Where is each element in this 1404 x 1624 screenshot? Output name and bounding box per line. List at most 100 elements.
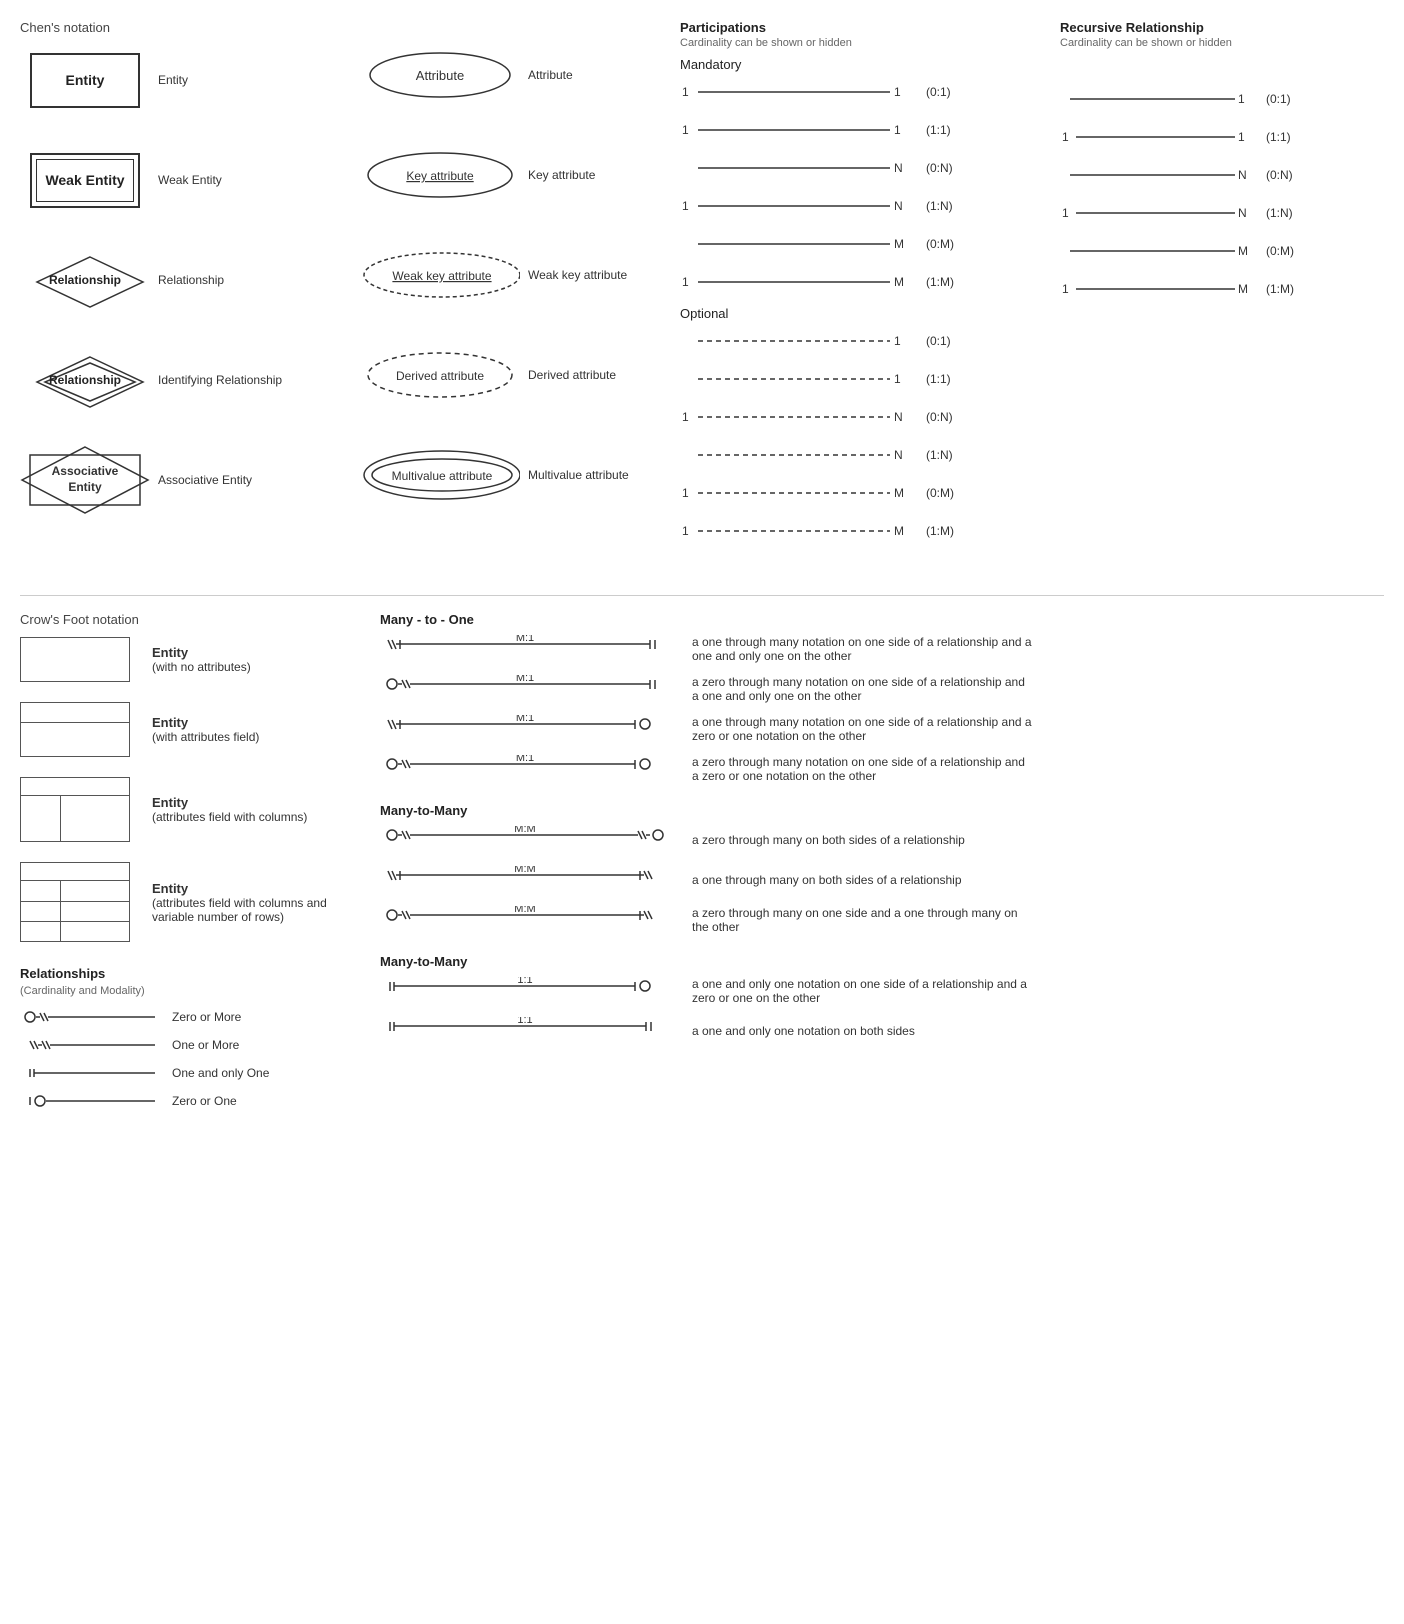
part-notation-0-M: (0:M): [926, 237, 954, 251]
rec-notation-1-1: (1:1): [1266, 130, 1291, 144]
svg-text:1: 1: [894, 123, 901, 137]
rel-one-only-row: One and only One: [20, 1063, 360, 1083]
crows-title: Crow's Foot notation: [20, 612, 360, 627]
svg-text:1: 1: [682, 410, 689, 424]
opt-row-1-1: 1 (1:1): [680, 365, 1060, 393]
multi-attr-shape: Multivalue attribute: [360, 445, 520, 505]
multi-attr-svg: Multivalue attribute: [360, 445, 520, 505]
rec-notation-0-1: (0:1): [1266, 92, 1291, 106]
rec-row-1-N: 1 N (1:N): [1060, 199, 1340, 227]
oto-row-1: 1:1 a one and only one notation on one s…: [380, 977, 1384, 1005]
cf-entity-attrs-row: Entity (with attributes field): [20, 702, 360, 757]
zero-one-svg: [20, 1091, 160, 1111]
cf-entity-simple-sublabel: (with no attributes): [152, 660, 251, 674]
identifying-text-label: Identifying Relationship: [158, 373, 282, 387]
svg-text:Multivalue attribute: Multivalue attribute: [392, 469, 493, 483]
opt-notation-1-1: (1:1): [926, 372, 951, 386]
svg-text:M: M: [1238, 244, 1248, 258]
mtm-row-2: M:M a one through many on both sides of …: [380, 866, 1384, 894]
opt-row-0-1: 1 (0:1): [680, 327, 1060, 355]
mto-desc-1: a one through many notation on one side …: [692, 635, 1032, 663]
svg-text:1: 1: [894, 334, 901, 348]
cf-entity-attrs-label: Entity (with attributes field): [152, 715, 259, 744]
cf-entity-cols-body: [21, 796, 129, 841]
cf-entity-varrows-name: Entity: [152, 881, 327, 896]
mtm-desc-2: a one through many on both sides of a re…: [692, 873, 962, 887]
mtm-svg-3: M:M: [380, 906, 680, 934]
mto-svg-2: M:1: [380, 675, 680, 703]
part-line-0-M: M: [680, 234, 920, 254]
svg-text:M: M: [894, 275, 904, 289]
weak-entity-text-label: Weak Entity: [158, 173, 222, 187]
svg-text:M:1: M:1: [516, 675, 534, 684]
attr-ellipse-svg: Attribute: [365, 48, 515, 103]
svg-text:Key attribute: Key attribute: [406, 169, 474, 183]
cf-entity-attrs-name: Entity: [152, 715, 259, 730]
chen-relationship-row: Relationship Relationship: [20, 245, 360, 315]
weak-entity-inner: Weak Entity: [36, 159, 134, 202]
participations-column: Participations Cardinality can be shown …: [680, 20, 1060, 555]
mtm-title: Many-to-Many: [380, 803, 1384, 818]
svg-text:1: 1: [682, 199, 689, 213]
svg-text:1: 1: [682, 123, 689, 137]
svg-text:1: 1: [1238, 130, 1245, 144]
relationship-text-label: Relationship: [158, 273, 224, 287]
svg-text:N: N: [894, 161, 903, 175]
svg-text:N: N: [894, 410, 903, 424]
svg-text:M: M: [894, 524, 904, 538]
oto-title: Many-to-Many: [380, 954, 1384, 969]
part-notation-1-N: (1:N): [926, 199, 953, 213]
cf-entity-varrows-row3: [21, 921, 129, 941]
mtm-svg-2: M:M: [380, 866, 680, 894]
chens-notation-column: Chen's notation Entity Entity Weak Entit…: [20, 20, 360, 555]
rel-label-title: Relationships: [20, 966, 360, 981]
rec-row-0-N: N (0:N): [1060, 161, 1340, 189]
rel-title-block: Relationships (Cardinality and Modality): [20, 966, 360, 997]
svg-text:1: 1: [682, 486, 689, 500]
mto-svg-4: M:1: [380, 755, 680, 783]
cf-entity-varrows-left1: [21, 881, 61, 901]
rec-notation-1-N: (1:N): [1266, 206, 1293, 220]
rec-notation-1-M: (1:M): [1266, 282, 1294, 296]
svg-text:N: N: [894, 448, 903, 462]
cf-entity-cols-row: Entity (attributes field with columns): [20, 777, 360, 842]
svg-text:1: 1: [894, 85, 901, 99]
rec-line-0-N: N: [1060, 165, 1260, 185]
cf-entity-varrows-left2: [21, 902, 61, 921]
diamond-wrap: Relationship: [30, 253, 140, 308]
crows-foot-section: Crow's Foot notation Entity (with no att…: [20, 612, 1384, 1119]
cf-entity-simple-box: [20, 637, 130, 682]
one-only-label: One and only One: [172, 1066, 269, 1080]
mto-row-4: M:1 a zero through many notation on one …: [380, 755, 1384, 783]
chens-title: Chen's notation: [20, 20, 360, 35]
one-more-svg: [20, 1035, 160, 1055]
cf-entity-varrows-left3: [21, 922, 61, 941]
opt-line-0-N: 1 N: [680, 407, 920, 427]
cf-entity-attrs-header: [21, 703, 129, 723]
part-title: Participations: [680, 20, 1060, 35]
optional-label: Optional: [680, 306, 1060, 321]
part-notation-1-1: (1:1): [926, 123, 951, 137]
part-row-1-M: 1 M (1:M): [680, 268, 1060, 296]
weak-key-attr-svg: Weak key attribute: [360, 248, 520, 303]
mto-title: Many - to - One: [380, 612, 1384, 627]
identifying-diamond: Relationship: [35, 355, 135, 405]
opt-row-0-M: 1 M (0:M): [680, 479, 1060, 507]
part-row-0-M: M (0:M): [680, 230, 1060, 258]
svg-text:N: N: [1238, 206, 1247, 220]
crows-left-column: Crow's Foot notation Entity (with no att…: [20, 612, 360, 1119]
zero-more-label: Zero or More: [172, 1010, 241, 1024]
mto-svg-1: M:1: [380, 635, 680, 663]
opt-notation-1-N: (1:N): [926, 448, 953, 462]
associative-text-label: Associative Entity: [158, 473, 252, 487]
key-attr-shape: Key attribute: [360, 148, 520, 203]
cf-entity-cols-box: [20, 777, 130, 842]
svg-text:1:1: 1:1: [517, 1017, 532, 1026]
one-to-one-section: Many-to-Many 1:1 a one and only one nota…: [380, 954, 1384, 1045]
entity-text-label: Entity: [158, 73, 188, 87]
many-to-one-section: Many - to - One M:1 a one th: [380, 612, 1384, 783]
zero-more-svg: [20, 1007, 160, 1027]
svg-text:M: M: [894, 237, 904, 251]
svg-text:1: 1: [894, 372, 901, 386]
attr-label: Attribute: [528, 68, 668, 82]
